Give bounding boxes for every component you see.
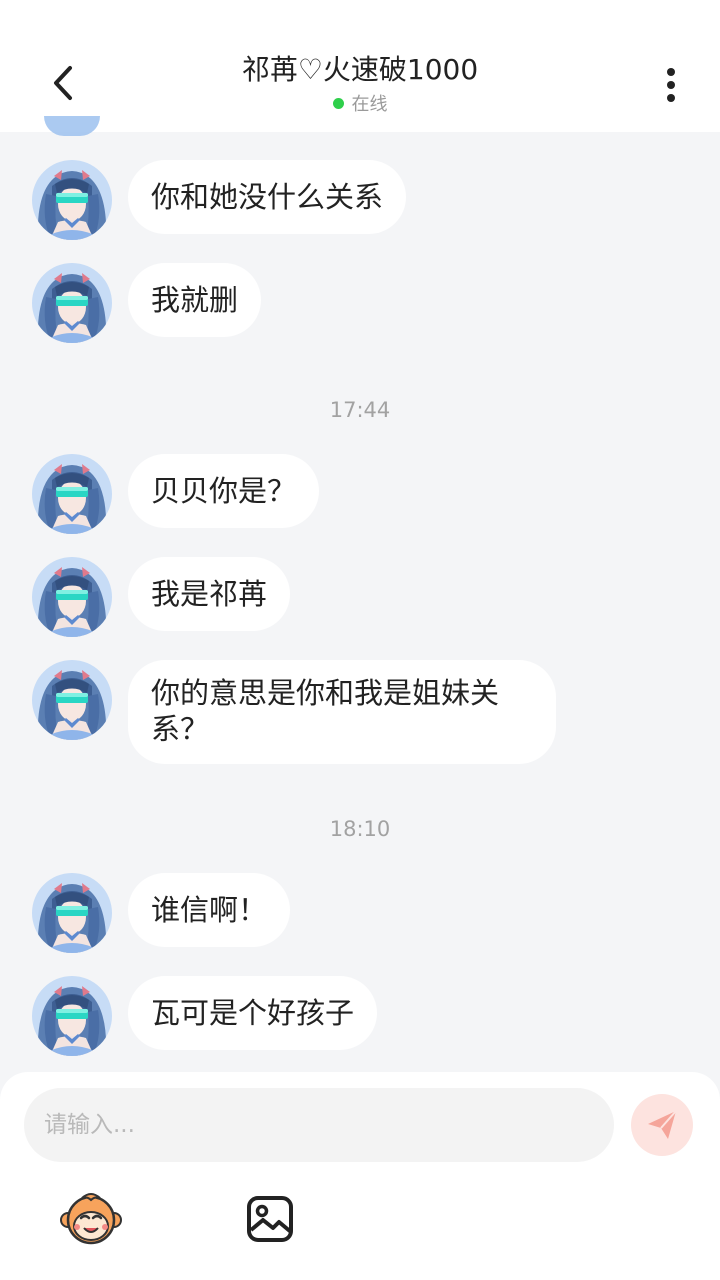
message-row: 贝贝你是？	[32, 454, 320, 534]
message-bubble[interactable]: 你和她没什么关系	[128, 160, 407, 234]
avatar[interactable]	[32, 976, 112, 1056]
back-button[interactable]	[40, 60, 86, 106]
message-bubble[interactable]: 你的意思是你和我是姐妹关系？	[128, 660, 556, 764]
avatar[interactable]	[32, 454, 112, 534]
message-row: 我就删	[32, 263, 262, 343]
message-row: 我是祁苒	[32, 557, 291, 637]
send-icon	[648, 1110, 677, 1139]
timestamp: 18:10	[329, 817, 391, 841]
image-button[interactable]	[245, 1194, 295, 1244]
send-button[interactable]	[631, 1094, 693, 1156]
contact-title-block: 祁苒♡火速破1000 在线	[160, 52, 560, 116]
message-row: 谁信啊！	[32, 873, 291, 953]
online-dot-icon	[332, 97, 344, 109]
message-input[interactable]	[24, 1088, 614, 1162]
message-bubble[interactable]: 贝贝你是？	[128, 454, 320, 528]
avatar[interactable]	[32, 660, 112, 740]
online-status: 在线	[160, 90, 560, 116]
avatar[interactable]	[32, 557, 112, 637]
message-bubble[interactable]: 谁信啊！	[128, 873, 291, 947]
more-options-button[interactable]	[648, 62, 694, 108]
image-icon	[247, 1196, 293, 1242]
timestamp: 17:44	[329, 398, 391, 422]
contact-name: 祁苒♡火速破1000	[241, 53, 479, 86]
emoji-button[interactable]	[60, 1190, 122, 1246]
avatar[interactable]	[32, 263, 112, 343]
avatar[interactable]	[32, 873, 112, 953]
avatar[interactable]	[32, 160, 112, 240]
more-vertical-icon	[667, 68, 675, 102]
message-row: 你和她没什么关系	[32, 160, 407, 240]
message-bubble[interactable]: 我就删	[128, 263, 262, 337]
emoji-monkey-icon	[60, 1193, 122, 1245]
message-row: 你的意思是你和我是姐妹关系？	[32, 660, 556, 764]
chevron-left-icon	[54, 66, 72, 100]
message-bubble[interactable]: 我是祁苒	[128, 557, 291, 631]
chat-header: 祁苒♡火速破1000 在线	[0, 0, 720, 132]
composer-panel	[0, 1072, 720, 1280]
message-bubble[interactable]: 瓦可是个好孩子	[128, 976, 378, 1050]
message-row: 瓦可是个好孩子	[32, 976, 378, 1056]
avatar[interactable]	[44, 116, 100, 136]
online-status-text: 在线	[351, 94, 388, 115]
